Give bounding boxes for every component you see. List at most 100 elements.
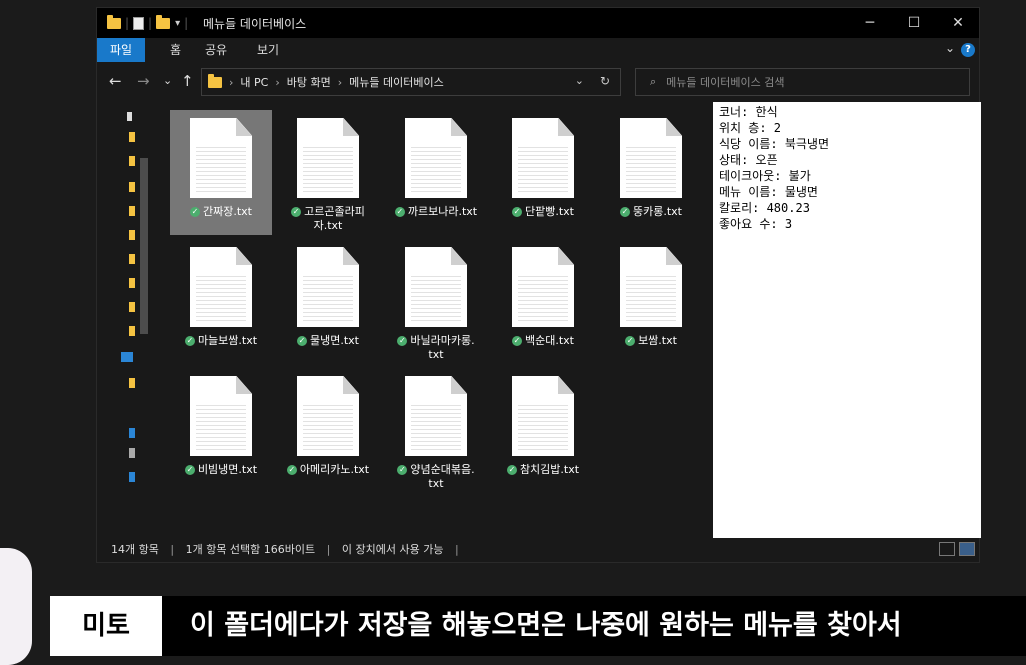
file-item[interactable]: ✓ 물냉면.txt bbox=[277, 239, 379, 364]
qa-dropdown-icon[interactable]: ▾ bbox=[175, 18, 180, 29]
file-item[interactable]: ✓ 고르곤졸라피 자.txt bbox=[277, 110, 379, 235]
sync-check-icon: ✓ bbox=[397, 336, 408, 346]
sync-check-icon: ✓ bbox=[625, 336, 636, 346]
chevron-right-icon: › bbox=[275, 75, 280, 89]
qa-separator: | bbox=[184, 16, 189, 30]
tab-view[interactable]: 보기 bbox=[244, 38, 292, 62]
speaker-name: 미토 bbox=[50, 596, 162, 656]
window-title: 메뉴들 데이터베이스 bbox=[203, 17, 307, 31]
file-name: 물냉면.txt bbox=[310, 334, 359, 347]
minimize-button[interactable]: ─ bbox=[847, 8, 893, 38]
chevron-right-icon: › bbox=[337, 75, 343, 89]
folder-icon[interactable] bbox=[129, 132, 135, 142]
file-name: 뚱카롱.txt bbox=[633, 205, 682, 218]
status-divider: | bbox=[170, 543, 175, 556]
folder-icon[interactable] bbox=[129, 378, 135, 388]
breadcrumb-this-pc[interactable]: 내 PC bbox=[240, 74, 268, 90]
large-icons-view-icon[interactable] bbox=[959, 542, 975, 556]
new-folder-icon[interactable] bbox=[156, 14, 171, 29]
status-divider: | bbox=[326, 543, 331, 556]
file-item[interactable]: ✓ 아메리카노.txt bbox=[277, 368, 379, 493]
title-bar: | | ▾ | 메뉴들 데이터베이스 ─ ☐ ✕ bbox=[97, 8, 979, 38]
ribbon-expand-icon[interactable]: ⌄ bbox=[945, 41, 955, 55]
search-input[interactable]: 메뉴들 데이터베이스 검색 bbox=[666, 74, 784, 90]
file-item[interactable]: ✓ 양념순대볶음. txt bbox=[385, 368, 487, 493]
tab-share[interactable]: 공유 bbox=[192, 38, 240, 62]
subtitle-text: 이 폴더에다가 저장을 해놓으면은 나중에 원하는 메뉴를 찾아서 bbox=[190, 610, 902, 641]
sync-check-icon: ✓ bbox=[397, 465, 408, 475]
tab-file[interactable]: 파일 bbox=[97, 38, 146, 62]
preview-line: 메뉴 이름: 물냉면 bbox=[719, 185, 818, 199]
file-item[interactable]: ✓ 비빔냉면.txt bbox=[170, 368, 272, 493]
preview-line: 테이크아웃: 불가 bbox=[719, 169, 811, 183]
status-bar: 14개 항목 | 1개 항목 선택함 166바이트 | 이 장치에서 사용 가능… bbox=[97, 538, 979, 562]
file-item[interactable]: ✓ 보쌈.txt bbox=[600, 239, 702, 364]
up-button[interactable]: ↑ bbox=[181, 72, 194, 90]
onedrive-icon[interactable] bbox=[121, 352, 133, 362]
folder-icon[interactable] bbox=[129, 302, 135, 312]
folder-icon[interactable] bbox=[107, 14, 121, 29]
breadcrumb-current-folder[interactable]: 메뉴들 데이터베이스 bbox=[349, 74, 444, 90]
refresh-icon[interactable]: ↻ bbox=[600, 74, 610, 88]
sync-check-icon: ✓ bbox=[506, 465, 517, 475]
folder-icon[interactable] bbox=[129, 278, 135, 288]
pc-icon[interactable] bbox=[129, 472, 135, 482]
file-name-cont: txt bbox=[428, 348, 444, 361]
address-dropdown-icon[interactable]: ⌄ bbox=[575, 74, 584, 87]
sync-check-icon: ✓ bbox=[286, 465, 297, 475]
details-view-icon[interactable] bbox=[939, 542, 955, 556]
sync-check-icon: ✓ bbox=[291, 207, 302, 217]
drive-icon[interactable] bbox=[129, 448, 135, 458]
file-name: 참치김밥.txt bbox=[519, 463, 580, 476]
preview-line: 식당 이름: 북극냉면 bbox=[719, 137, 829, 151]
folder-icon[interactable] bbox=[129, 254, 135, 264]
back-button[interactable]: ← bbox=[109, 72, 122, 90]
preview-line: 코너: 한식 bbox=[719, 105, 778, 119]
file-item[interactable]: ✓ 참치김밥.txt bbox=[492, 368, 594, 493]
file-name-cont: txt bbox=[428, 477, 444, 490]
file-item[interactable]: ✓ 마늘보쌈.txt bbox=[170, 239, 272, 364]
file-item[interactable]: ✓ 백순대.txt bbox=[492, 239, 594, 364]
preview-pane: 코너: 한식 위치 층: 2 식당 이름: 북극냉면 상태: 오픈 테이크아웃:… bbox=[713, 102, 981, 538]
folder-icon[interactable] bbox=[129, 230, 135, 240]
search-box[interactable]: ⌕ 메뉴들 데이터베이스 검색 bbox=[635, 68, 970, 96]
breadcrumb-desktop[interactable]: 바탕 화면 bbox=[287, 74, 331, 90]
selection-info: 1개 항목 선택함 166바이트 bbox=[185, 543, 316, 556]
forward-button[interactable]: → bbox=[137, 72, 150, 90]
file-item[interactable]: ✓ 뚱카롱.txt bbox=[600, 110, 702, 235]
notepad-icon[interactable] bbox=[133, 16, 145, 30]
file-name: 아메리카노.txt bbox=[299, 463, 370, 476]
file-name: 간짜장.txt bbox=[203, 205, 252, 218]
quick-access-icon[interactable] bbox=[127, 112, 132, 121]
file-name: 백순대.txt bbox=[525, 334, 574, 347]
file-name: 비빔냉면.txt bbox=[197, 463, 258, 476]
qa-separator: | bbox=[125, 16, 130, 30]
file-item[interactable]: ✓ 단팥빵.txt bbox=[492, 110, 594, 235]
nav-scrollbar-thumb[interactable] bbox=[140, 158, 148, 334]
preview-line: 칼로리: 480.23 bbox=[719, 201, 810, 215]
network-icon[interactable] bbox=[129, 428, 135, 438]
subtitle-caption: 미토 이 폴더에다가 저장을 해놓으면은 나중에 원하는 메뉴를 찾아서 bbox=[50, 596, 1026, 656]
sync-check-icon: ✓ bbox=[394, 207, 405, 217]
tab-home[interactable]: 홈 bbox=[157, 38, 194, 62]
folder-icon[interactable] bbox=[129, 326, 135, 336]
file-name: 고르곤졸라피 bbox=[304, 205, 365, 218]
navigation-bar: ← → ⌄ ↑ › 내 PC › 바탕 화면 › 메뉴들 데이터베이스 ⌄ ↻ … bbox=[97, 62, 979, 102]
availability-status: 이 장치에서 사용 가능 bbox=[341, 543, 444, 556]
folder-icon[interactable] bbox=[129, 182, 135, 192]
file-name: 보쌈.txt bbox=[638, 334, 677, 347]
search-icon: ⌕ bbox=[650, 75, 657, 88]
close-button[interactable]: ✕ bbox=[935, 8, 981, 38]
navigation-pane[interactable] bbox=[97, 102, 151, 538]
file-item[interactable]: ✓ 까르보나라.txt bbox=[385, 110, 487, 235]
folder-icon[interactable] bbox=[129, 206, 135, 216]
file-name: 까르보나라.txt bbox=[407, 205, 478, 218]
file-item[interactable]: ✓ 바닐라마카롱. txt bbox=[385, 239, 487, 364]
recent-locations-button[interactable]: ⌄ bbox=[163, 74, 172, 87]
maximize-button[interactable]: ☐ bbox=[891, 8, 937, 38]
address-bar[interactable]: › 내 PC › 바탕 화면 › 메뉴들 데이터베이스 ⌄ ↻ bbox=[201, 68, 621, 96]
nav-scrollbar[interactable] bbox=[138, 102, 150, 538]
folder-icon[interactable] bbox=[129, 156, 135, 166]
help-icon[interactable]: ? bbox=[961, 43, 975, 57]
file-item[interactable]: ✓ 간짜장.txt bbox=[170, 110, 272, 235]
